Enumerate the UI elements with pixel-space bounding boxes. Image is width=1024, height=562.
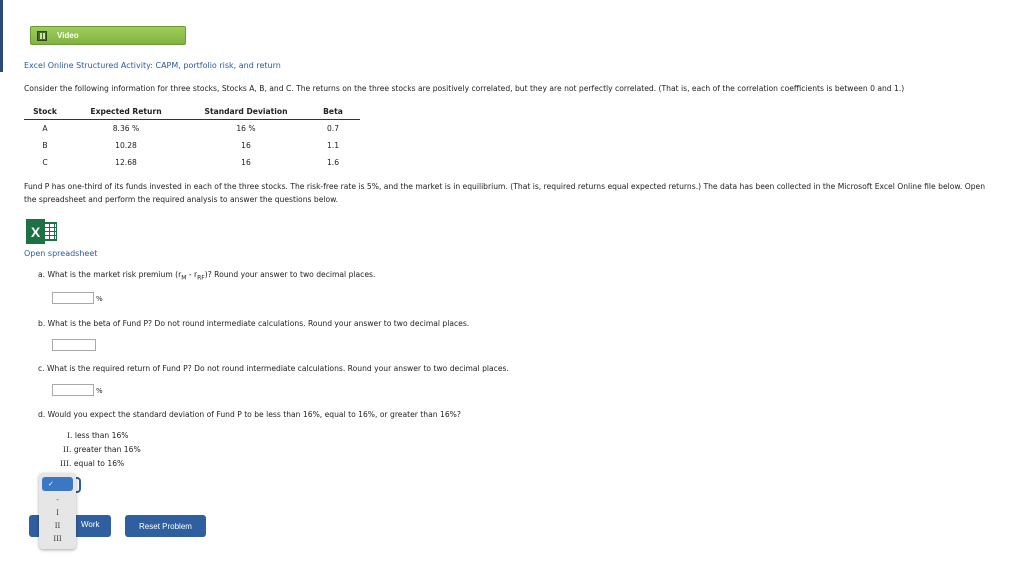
column-header: Beta	[306, 106, 360, 120]
answer-d-dropdown-menu[interactable]: ✓ - I II III	[39, 473, 76, 549]
excel-icon[interactable]: X	[26, 219, 58, 245]
question-a-suffix: )? Round your answer to two decimal plac…	[204, 270, 376, 279]
option-1: I. less than 16%	[67, 431, 129, 440]
table-cell: 1.1	[326, 141, 340, 150]
left-accent-bar	[0, 0, 3, 72]
option-1-number: I.	[67, 431, 73, 440]
open-spreadsheet-link[interactable]: Open spreadsheet	[24, 249, 97, 258]
question-a: a. What is the market risk premium (rM -…	[38, 270, 375, 282]
table-cell: 8.36 %	[112, 124, 140, 133]
answer-b-input[interactable]	[52, 339, 96, 351]
table-cell: 0.7	[326, 124, 340, 133]
option-3-number: III.	[60, 459, 72, 468]
check-my-work-label: Work	[81, 520, 100, 529]
dropdown-item[interactable]: III	[39, 535, 76, 543]
video-button[interactable]: Video	[30, 26, 186, 45]
column-header: Stock	[24, 106, 66, 120]
answer-a-input[interactable]	[52, 292, 94, 304]
table-cell: 16 %	[236, 124, 256, 133]
film-icon	[37, 30, 47, 41]
question-d: d. Would you expect the standard deviati…	[38, 410, 461, 419]
option-2: II. greater than 16%	[63, 445, 141, 454]
column-header: Expected Return	[66, 106, 186, 120]
table-cell: 16	[241, 141, 251, 150]
table-cell: A	[42, 124, 48, 133]
table-row: C 12.68 16 1.6	[24, 154, 360, 171]
table-row: B 10.28 16 1.1	[24, 137, 360, 154]
video-label: Video	[57, 31, 79, 40]
excel-grid-shape	[43, 222, 57, 241]
option-2-number: II.	[63, 445, 72, 454]
table-row: A 8.36 % 16 % 0.7	[24, 120, 360, 138]
stocks-table: Stock Expected Return Standard Deviation…	[24, 106, 360, 171]
option-2-text: greater than 16%	[73, 445, 141, 454]
table-cell: 12.68	[115, 158, 137, 167]
table-header-row: Stock Expected Return Standard Deviation…	[24, 106, 360, 120]
question-b: b. What is the beta of Fund P? Do not ro…	[38, 319, 470, 328]
table-cell: C	[42, 158, 48, 167]
table-cell: B	[42, 141, 48, 150]
reset-problem-button[interactable]: Reset Problem	[125, 515, 206, 537]
answer-a-unit: %	[96, 295, 103, 303]
fund-description: Fund P has one-third of its funds invest…	[24, 182, 986, 204]
question-c: c. What is the required return of Fund P…	[38, 364, 509, 373]
question-a-mid: - r	[186, 270, 198, 279]
question-a-prefix: a. What is the market risk premium (r	[38, 270, 182, 279]
table-cell: 10.28	[115, 141, 137, 150]
option-3-text: equal to 16%	[73, 459, 125, 468]
intro-text: Consider the following information for t…	[24, 84, 905, 93]
question-a-sub-rf: RF	[197, 274, 205, 282]
dropdown-item[interactable]: II	[39, 522, 76, 530]
table-cell: 16	[241, 158, 251, 167]
column-header: Standard Deviation	[186, 106, 306, 120]
dropdown-selected-item[interactable]: ✓	[42, 477, 73, 491]
option-3: III. equal to 16%	[60, 459, 124, 468]
option-1-text: less than 16%	[74, 431, 129, 440]
dropdown-item[interactable]: -	[39, 496, 76, 504]
answer-c-unit: %	[96, 387, 103, 395]
answer-c-input[interactable]	[52, 384, 94, 396]
activity-title: Excel Online Structured Activity: CAPM, …	[24, 61, 281, 70]
table-cell: 1.6	[326, 158, 340, 167]
dropdown-item[interactable]: I	[39, 509, 76, 517]
